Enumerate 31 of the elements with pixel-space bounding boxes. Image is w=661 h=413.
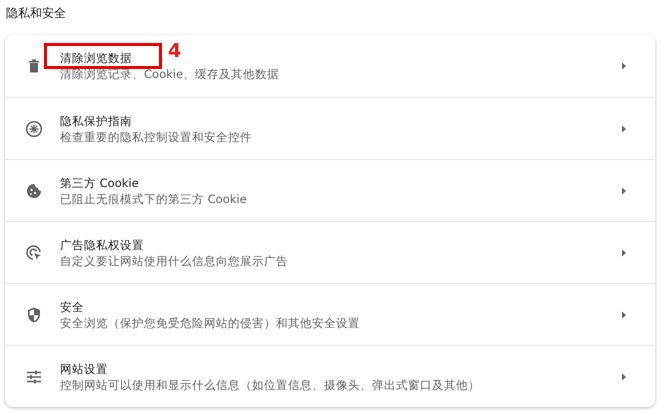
chevron-icon bbox=[621, 62, 627, 70]
chevron-icon bbox=[621, 310, 627, 318]
settings-row[interactable]: 网站设置 控制网站可以使用和显示什么信息（如位置信息、摄像头、弹出式窗口及其他） bbox=[5, 345, 655, 407]
section-title: 隐私和安全 bbox=[6, 5, 67, 22]
chevron-icon bbox=[621, 248, 627, 256]
row-title: 网站设置 bbox=[60, 362, 108, 376]
row-title: 第三方 Cookie bbox=[60, 176, 139, 190]
row-description: 已阻止无痕模式下的第三方 Cookie bbox=[60, 190, 247, 206]
row-title: 广告隐私权设置 bbox=[60, 238, 144, 252]
shield-icon bbox=[25, 306, 43, 324]
chevron-icon bbox=[621, 186, 627, 194]
row-title: 安全 bbox=[60, 300, 84, 314]
cursor-target-icon bbox=[25, 244, 43, 262]
chevron-icon bbox=[621, 372, 627, 380]
settings-row[interactable]: 隐私保护指南 检查重要的隐私控制设置和安全控件 bbox=[5, 97, 655, 159]
row-description: 检查重要的隐私控制设置和安全控件 bbox=[60, 128, 252, 144]
settings-row[interactable]: 清除浏览数据 4 清除浏览记录、Cookie、缓存及其他数据 bbox=[5, 35, 655, 97]
row-title: 隐私保护指南 bbox=[60, 114, 132, 128]
row-description: 控制网站可以使用和显示什么信息（如位置信息、摄像头、弹出式窗口及其他） bbox=[60, 376, 480, 392]
cookie-icon bbox=[25, 182, 43, 200]
sliders-icon bbox=[25, 368, 43, 386]
row-description: 自定义要让网站使用什么信息向您展示广告 bbox=[60, 252, 288, 268]
chevron-icon bbox=[621, 124, 627, 132]
compass-icon bbox=[25, 120, 43, 138]
settings-row[interactable]: 广告隐私权设置 自定义要让网站使用什么信息向您展示广告 bbox=[5, 221, 655, 283]
row-title: 清除浏览数据 bbox=[60, 51, 132, 65]
settings-row[interactable]: 第三方 Cookie 已阻止无痕模式下的第三方 Cookie bbox=[5, 159, 655, 221]
row-description: 清除浏览记录、Cookie、缓存及其他数据 bbox=[60, 66, 280, 82]
settings-row[interactable]: 安全 安全浏览（保护您免受危险网站的侵害）和其他安全设置 bbox=[5, 283, 655, 345]
row-description: 安全浏览（保护您免受危险网站的侵害）和其他安全设置 bbox=[60, 314, 360, 330]
callout-number: 4 bbox=[168, 40, 182, 62]
